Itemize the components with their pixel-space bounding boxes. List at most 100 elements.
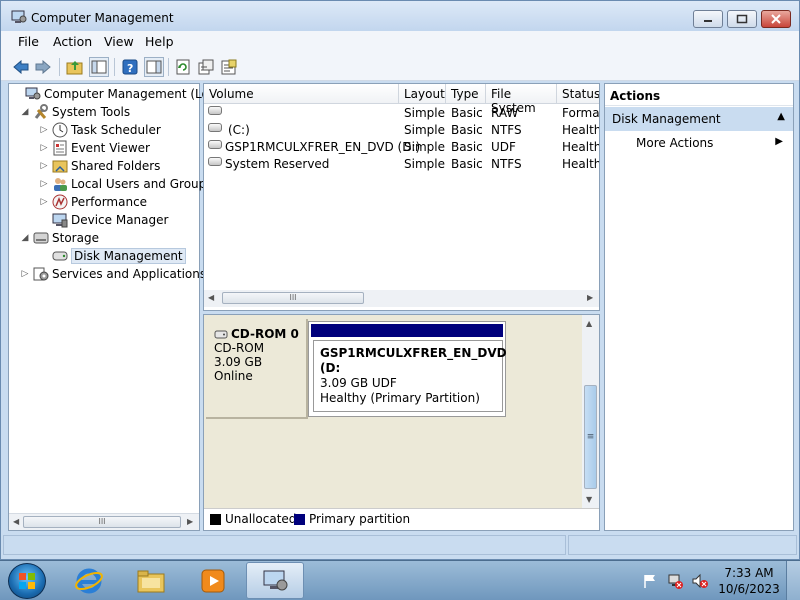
up-one-level-button[interactable]	[65, 57, 85, 77]
scroll-right-icon[interactable]: ▶	[587, 293, 593, 302]
tree-item-system-tools[interactable]: ◢ System Tools	[19, 103, 130, 121]
show-desktop-button[interactable]	[786, 561, 800, 600]
close-button[interactable]	[761, 10, 791, 28]
column-header-volume[interactable]: Volume	[204, 84, 399, 104]
menu-action[interactable]: Action	[53, 34, 92, 49]
scroll-left-icon[interactable]: ◀	[208, 293, 214, 302]
title-bar[interactable]: Computer Management	[1, 1, 799, 31]
tree-item-label: Performance	[71, 195, 148, 209]
forward-arrow-icon	[35, 60, 51, 74]
tree-item-computer-management[interactable]: Computer Management (Local	[11, 85, 226, 103]
volume-muted-icon[interactable]	[692, 573, 708, 589]
column-header-status[interactable]: Status	[557, 84, 599, 104]
volume-type: Basic	[451, 140, 483, 154]
menu-help[interactable]: Help	[145, 34, 174, 49]
show-hide-action-pane-button[interactable]	[144, 57, 164, 77]
refresh-icon	[176, 59, 190, 75]
start-button[interactable]	[8, 563, 46, 599]
table-row[interactable]: GSP1RMCULXFRER_EN_DVD (D:) Simple Basic …	[204, 139, 599, 156]
disk-state: Online	[214, 369, 253, 383]
scroll-up-icon[interactable]: ▲	[586, 319, 592, 328]
tree-horizontal-scrollbar[interactable]: ◀ III ▶	[9, 513, 199, 530]
forward-button[interactable]	[33, 57, 53, 77]
refresh-button[interactable]	[173, 57, 193, 77]
expand-arrow-icon[interactable]: ▷	[38, 179, 50, 189]
actions-header: Actions	[605, 84, 793, 106]
taskbar-windows-explorer[interactable]	[122, 562, 180, 599]
network-disconnected-icon[interactable]	[667, 573, 683, 589]
export-list-button[interactable]	[196, 57, 216, 77]
table-row[interactable]: (C:) Simple Basic NTFS Healthy	[204, 122, 599, 139]
tree-item-storage[interactable]: ◢ Storage	[19, 229, 99, 247]
menu-file[interactable]: File	[18, 34, 39, 49]
disk-graphical-view: CD-ROM 0 CD-ROM 3.09 GB Online GSP1RMCUL…	[203, 314, 600, 531]
actions-pane: Actions Disk Management ▲ More Actions ▶	[604, 83, 794, 531]
tree-item-label: Shared Folders	[71, 159, 161, 173]
minimize-button[interactable]	[693, 10, 723, 28]
back-button[interactable]	[11, 57, 31, 77]
tree-item-label: Device Manager	[71, 213, 169, 227]
scroll-right-icon[interactable]: ▶	[187, 517, 193, 526]
action-center-flag-icon[interactable]	[642, 573, 658, 589]
scroll-left-icon[interactable]: ◀	[13, 517, 19, 526]
column-header-file-system[interactable]: File System	[486, 84, 557, 115]
system-clock[interactable]: 7:33 AM 10/6/2023	[718, 565, 780, 597]
computer-management-icon	[25, 86, 41, 102]
taskbar: 7:33 AM 10/6/2023	[0, 560, 800, 600]
more-actions-link[interactable]: More Actions	[636, 136, 713, 150]
console-tree-icon	[91, 60, 107, 74]
volume-layout: Simple	[404, 157, 445, 171]
disk-view-vertical-scrollbar[interactable]: ▲ ≡ ▼	[582, 315, 599, 508]
expand-arrow-icon[interactable]: ▷	[38, 143, 50, 153]
device-manager-icon	[52, 212, 68, 228]
help-button[interactable]: ?	[120, 57, 140, 77]
tree-item-event-viewer[interactable]: ▷ Event Viewer	[38, 139, 150, 157]
tree-item-task-scheduler[interactable]: ▷ Task Scheduler	[38, 121, 161, 139]
tree-item-local-users-groups[interactable]: ▷ Local Users and Groups	[38, 175, 213, 193]
tree-item-services-applications[interactable]: ▷ Services and Applications	[19, 265, 207, 283]
column-header-type[interactable]: Type	[446, 84, 486, 104]
partition-block[interactable]: GSP1RMCULXFRER_EN_DVD (D: 3.09 GB UDF He…	[308, 321, 507, 417]
volume-list-horizontal-scrollbar[interactable]: ◀ III ▶	[204, 290, 599, 307]
expand-arrow-icon[interactable]: ▷	[19, 269, 31, 279]
column-header-layout[interactable]: Layout	[399, 84, 446, 104]
disk-info[interactable]: CD-ROM 0 CD-ROM 3.09 GB Online	[206, 319, 308, 419]
taskbar-computer-management[interactable]	[246, 562, 304, 599]
collapse-arrow-icon[interactable]: ◢	[19, 107, 31, 117]
partition-status: Healthy (Primary Partition)	[320, 391, 480, 405]
tree-item-disk-management[interactable]: Disk Management	[50, 247, 186, 265]
tree-item-performance[interactable]: ▷ Performance	[38, 193, 147, 211]
show-hide-console-tree-button[interactable]	[89, 57, 109, 77]
expand-arrow-icon[interactable]: ▷	[38, 197, 50, 207]
help-icon: ?	[122, 59, 138, 75]
tree-item-shared-folders[interactable]: ▷ Shared Folders	[38, 157, 161, 175]
tree-item-device-manager[interactable]: Device Manager	[50, 211, 168, 229]
event-viewer-icon	[52, 140, 68, 156]
disk-management-icon	[52, 248, 68, 264]
maximize-button[interactable]	[727, 10, 757, 28]
scroll-thumb[interactable]: III	[222, 292, 364, 304]
expand-arrow-icon[interactable]: ▷	[38, 161, 50, 171]
submenu-arrow-icon[interactable]: ▶	[775, 136, 783, 147]
minimize-icon	[704, 20, 712, 22]
menu-view[interactable]: View	[104, 34, 134, 49]
storage-icon	[33, 230, 49, 246]
table-row[interactable]: System Reserved Simple Basic NTFS Health…	[204, 156, 599, 173]
properties-button[interactable]	[219, 57, 239, 77]
partition-details: GSP1RMCULXFRER_EN_DVD (D: 3.09 GB UDF He…	[313, 340, 507, 412]
disk-name: CD-ROM 0	[231, 327, 299, 341]
expand-arrow-icon[interactable]: ▷	[38, 125, 50, 135]
taskbar-media-player[interactable]	[184, 562, 242, 599]
collapse-arrow-icon[interactable]: ◢	[19, 233, 31, 243]
shared-folder-icon	[52, 158, 68, 174]
scroll-thumb[interactable]: ≡	[584, 385, 597, 489]
scroll-thumb[interactable]: III	[23, 516, 181, 528]
table-row[interactable]: Simple Basic RAW Format	[204, 105, 599, 122]
taskbar-internet-explorer[interactable]	[60, 562, 118, 599]
clock-icon	[52, 122, 68, 138]
actions-section-disk-management[interactable]: Disk Management ▲	[605, 107, 793, 131]
collapse-up-icon[interactable]: ▲	[777, 111, 785, 122]
scroll-down-icon[interactable]: ▼	[586, 495, 592, 504]
console-tree: Computer Management (Local ◢ System Tool…	[8, 83, 226, 531]
clock-date: 10/6/2023	[718, 582, 780, 596]
